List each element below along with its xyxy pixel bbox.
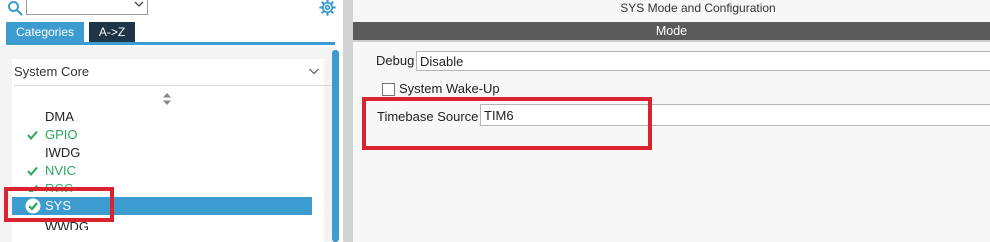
list-item-gpio[interactable]: GPIO <box>12 126 312 144</box>
category-header[interactable]: System Core <box>14 62 332 82</box>
system-wakeup-checkbox[interactable] <box>382 83 395 96</box>
search-icon[interactable] <box>7 0 23 16</box>
panel-splitter[interactable] <box>343 0 353 242</box>
chevron-down-icon[interactable] <box>308 65 320 77</box>
check-icon <box>27 166 38 176</box>
list-item-label: GPIO <box>45 127 78 142</box>
debug-label: Debug <box>376 53 415 68</box>
tab-az[interactable]: A->Z <box>89 22 135 42</box>
gear-icon[interactable] <box>319 0 336 16</box>
list-item-dma[interactable]: DMA <box>12 108 312 126</box>
system-wakeup-label: System Wake-Up <box>399 81 500 96</box>
sort-icon[interactable] <box>162 93 172 105</box>
list-item-label: DMA <box>45 109 74 124</box>
list-item-iwdg[interactable]: IWDG <box>12 144 312 162</box>
panel-title: SYS Mode and Configuration <box>620 1 776 15</box>
tab-categories[interactable]: Categories <box>6 22 84 42</box>
list-item-nvic[interactable]: NVIC <box>12 162 312 180</box>
search-input[interactable] <box>26 0 148 15</box>
mode-divider <box>353 40 990 42</box>
category-title: System Core <box>14 64 90 79</box>
category-divider <box>14 85 332 86</box>
search-field[interactable] <box>27 0 131 14</box>
highlight-box-timebase <box>362 97 652 150</box>
mode-header: Mode <box>353 22 990 40</box>
scrollbar-thumb[interactable] <box>332 50 339 242</box>
highlight-box-sys <box>4 187 114 222</box>
check-icon <box>27 130 38 140</box>
chevron-down-icon[interactable] <box>133 0 145 10</box>
tab-underline <box>6 42 335 45</box>
list-item-label: IWDG <box>45 145 81 160</box>
list-item-label: NVIC <box>45 163 77 178</box>
debug-select[interactable]: Disable <box>416 51 990 71</box>
